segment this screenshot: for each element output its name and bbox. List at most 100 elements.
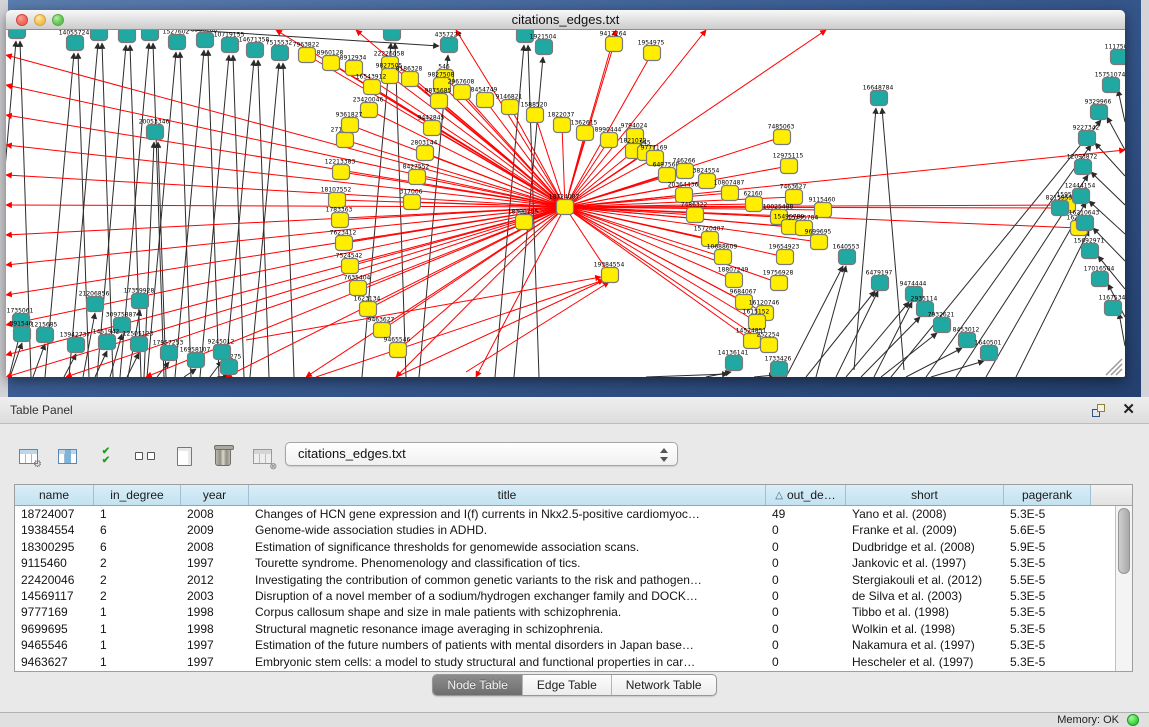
column-header-title[interactable]: title: [249, 485, 766, 505]
table-cell[interactable]: 0: [766, 522, 846, 538]
tab-edge-table[interactable]: Edge Table: [523, 675, 612, 695]
table-cell[interactable]: Stergiakouli et al. (2012): [846, 572, 1004, 588]
network-window-titlebar[interactable]: citations_edges.txt: [6, 10, 1125, 30]
tab-node-table[interactable]: Node Table: [433, 675, 523, 695]
column-header-name[interactable]: name: [15, 485, 94, 505]
vertical-scrollbar[interactable]: [1115, 506, 1132, 671]
table-cell[interactable]: Changes of HCN gene expression and I(f) …: [249, 506, 766, 522]
table-cell[interactable]: 5.3E-5: [1004, 555, 1091, 571]
table-cell[interactable]: 2: [94, 572, 181, 588]
table-cell[interactable]: 1998: [181, 621, 249, 637]
network-node[interactable]: [554, 118, 571, 133]
table-cell[interactable]: 18300295: [15, 539, 94, 555]
select-rows-icon[interactable]: ✔✔: [94, 444, 118, 468]
table-cell[interactable]: 2008: [181, 506, 249, 522]
network-node[interactable]: [441, 38, 458, 53]
network-node[interactable]: [687, 208, 704, 223]
network-node[interactable]: [14, 327, 31, 342]
new-table-icon[interactable]: [172, 444, 196, 468]
network-node[interactable]: [516, 215, 533, 230]
network-node[interactable]: [557, 200, 574, 215]
network-node[interactable]: [1079, 131, 1096, 146]
table-cell[interactable]: 9115460: [15, 555, 94, 571]
network-node[interactable]: [726, 356, 743, 371]
table-cell[interactable]: Embryonic stem cells: a model to study s…: [249, 654, 766, 670]
network-node[interactable]: [1111, 50, 1126, 65]
network-node[interactable]: [342, 259, 359, 274]
network-node[interactable]: [606, 37, 623, 52]
network-node[interactable]: [9, 30, 26, 39]
network-node[interactable]: [477, 93, 494, 108]
network-node[interactable]: [390, 343, 407, 358]
table-cell[interactable]: 0: [766, 621, 846, 637]
network-node[interactable]: [659, 168, 676, 183]
table-cell[interactable]: 5.3E-5: [1004, 506, 1091, 522]
network-node[interactable]: [364, 80, 381, 95]
table-cell[interactable]: Nakamura et al. (1997): [846, 637, 1004, 653]
table-cell[interactable]: 5.3E-5: [1004, 604, 1091, 620]
table-cell[interactable]: 5.3E-5: [1004, 588, 1091, 604]
network-node[interactable]: [536, 40, 553, 55]
network-node[interactable]: [502, 100, 519, 115]
table-cell[interactable]: 1998: [181, 604, 249, 620]
column-header-out_de[interactable]: △out_de…: [766, 485, 846, 505]
table-cell[interactable]: 1: [94, 621, 181, 637]
table-cell[interactable]: 2009: [181, 522, 249, 538]
network-node[interactable]: [131, 337, 148, 352]
network-node[interactable]: [786, 190, 803, 205]
table-cell[interactable]: 0: [766, 588, 846, 604]
network-node[interactable]: [67, 36, 84, 51]
table-cell[interactable]: Corpus callosum shape and size in male p…: [249, 604, 766, 620]
column-header-short[interactable]: short: [846, 485, 1004, 505]
network-node[interactable]: [1052, 201, 1069, 216]
scrollbar-thumb[interactable]: [1118, 508, 1130, 574]
network-view-window[interactable]: citations_edges.txt 18724007796382289601…: [6, 10, 1125, 377]
table-cell[interactable]: 1: [94, 604, 181, 620]
network-node[interactable]: [811, 235, 828, 250]
table-cell[interactable]: 0: [766, 654, 846, 670]
table-cell[interactable]: Structural magnetic resonance image aver…: [249, 621, 766, 637]
network-node[interactable]: [527, 108, 544, 123]
network-node[interactable]: [1092, 272, 1109, 287]
table-cell[interactable]: Estimation of significance thresholds fo…: [249, 539, 766, 555]
table-cell[interactable]: 2012: [181, 572, 249, 588]
network-node[interactable]: [676, 188, 693, 203]
network-node[interactable]: [87, 297, 104, 312]
table-cell[interactable]: 5.9E-5: [1004, 539, 1091, 555]
table-cell[interactable]: Tibbo et al. (1998): [846, 604, 1004, 620]
network-node[interactable]: [299, 48, 316, 63]
table-cell[interactable]: 0: [766, 637, 846, 653]
table-row[interactable]: 946554611997Estimation of the future num…: [15, 637, 1132, 653]
network-node[interactable]: [417, 146, 434, 161]
network-node[interactable]: [1105, 301, 1122, 316]
table-cell[interactable]: Genome-wide association studies in ADHD.: [249, 522, 766, 538]
network-node[interactable]: [871, 91, 888, 106]
network-node[interactable]: [777, 250, 794, 265]
network-node[interactable]: [746, 197, 763, 212]
network-node[interactable]: [360, 302, 377, 317]
network-node[interactable]: [602, 268, 619, 283]
network-node[interactable]: [222, 38, 239, 53]
table-row[interactable]: 977716911998Corpus callosum shape and si…: [15, 604, 1132, 620]
network-node[interactable]: [424, 121, 441, 136]
network-node[interactable]: [644, 46, 661, 61]
network-node[interactable]: [247, 43, 264, 58]
network-node[interactable]: [771, 362, 788, 377]
import-table-icon[interactable]: ⊗: [250, 444, 274, 468]
float-window-icon[interactable]: [1092, 404, 1105, 417]
table-cell[interactable]: 49: [766, 506, 846, 522]
table-cell[interactable]: 6: [94, 522, 181, 538]
network-node[interactable]: [404, 195, 421, 210]
network-node[interactable]: [132, 294, 149, 309]
network-node[interactable]: [342, 118, 359, 133]
table-row[interactable]: 1830029562008Estimation of significance …: [15, 539, 1132, 555]
table-cell[interactable]: Disruption of a novel member of a sodium…: [249, 588, 766, 604]
table-cell[interactable]: 1: [94, 506, 181, 522]
network-node[interactable]: [839, 250, 856, 265]
network-node[interactable]: [774, 130, 791, 145]
network-node[interactable]: [601, 133, 618, 148]
table-cell[interactable]: Yano et al. (2008): [846, 506, 1004, 522]
network-node[interactable]: [188, 353, 205, 368]
network-node[interactable]: [1082, 244, 1099, 259]
network-node[interactable]: [431, 94, 448, 109]
